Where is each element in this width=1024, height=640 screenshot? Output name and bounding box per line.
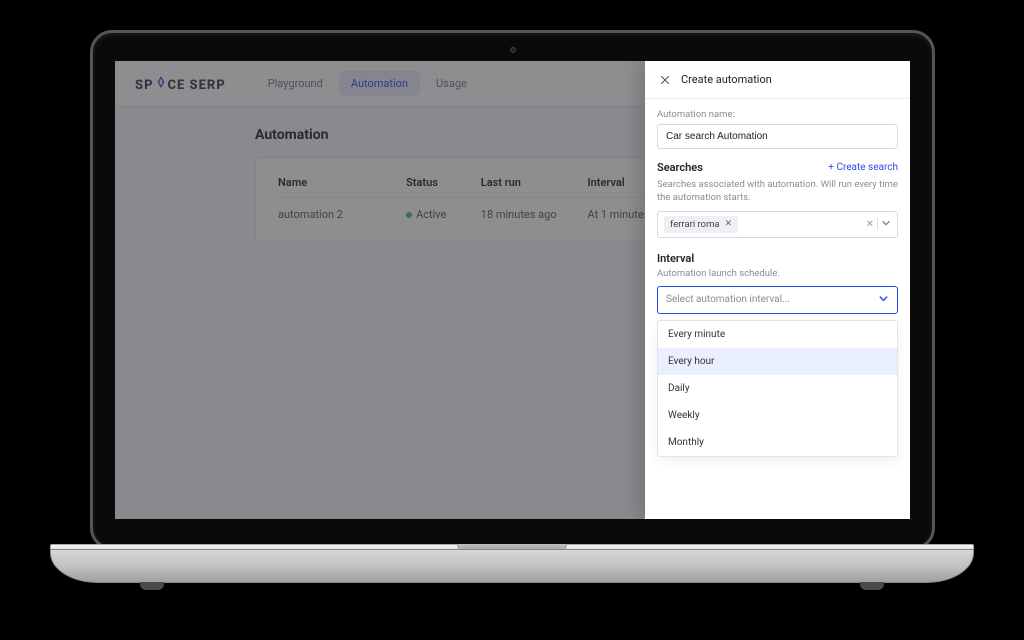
- interval-dropdown: Every minuteEvery hourDailyWeeklyMonthly: [657, 320, 898, 457]
- interval-helper-text: Automation launch schedule.: [657, 267, 898, 280]
- chevron-down-icon: [878, 293, 889, 307]
- interval-section-title: Interval: [657, 252, 694, 265]
- brand-logo: SP CE SERP: [135, 75, 226, 93]
- brand-text: SP CE SERP: [135, 75, 226, 93]
- nav-item-playground[interactable]: Playground: [256, 71, 335, 96]
- main-nav: PlaygroundAutomationUsage: [256, 71, 479, 96]
- drawer-title: Create automation: [681, 73, 772, 86]
- cell-name: automation 2: [274, 198, 402, 232]
- table-header: Name: [274, 168, 402, 198]
- drawer-body: Automation name: Searches + Create searc…: [645, 99, 910, 467]
- clear-tags-icon[interactable]: ✕: [866, 219, 874, 230]
- status-dot-icon: [406, 212, 412, 218]
- cell-last-run: 18 minutes ago: [477, 198, 584, 232]
- interval-select-placeholder: Select automation interval...: [666, 294, 790, 305]
- search-tag-chip: ferrari roma ✕: [664, 216, 738, 233]
- laptop-base: [50, 549, 974, 583]
- interval-option[interactable]: Weekly: [658, 402, 897, 429]
- interval-select[interactable]: Select automation interval...: [657, 286, 898, 314]
- app-screen: SP CE SERP PlaygroundAutomationUsage Aut…: [115, 61, 910, 519]
- brand-part2: CE SERP: [168, 78, 226, 93]
- searches-section-title: Searches: [657, 161, 703, 174]
- search-tag-label: ferrari roma: [670, 219, 720, 230]
- device-bezel: SP CE SERP PlaygroundAutomationUsage Aut…: [90, 30, 935, 550]
- table-header: Status: [402, 168, 477, 198]
- interval-option[interactable]: Daily: [658, 375, 897, 402]
- nav-item-usage[interactable]: Usage: [424, 71, 479, 96]
- laptop-foot: [140, 582, 164, 590]
- close-icon[interactable]: [659, 74, 671, 86]
- camera-dot: [510, 47, 516, 53]
- interval-option[interactable]: Every minute: [658, 321, 897, 348]
- create-search-link[interactable]: + Create search: [828, 162, 898, 173]
- tag-field-controls: ✕: [866, 217, 891, 231]
- nav-item-automation[interactable]: Automation: [339, 71, 420, 96]
- cell-status: Active: [402, 198, 477, 232]
- table-header: Last run: [477, 168, 584, 198]
- brand-part1: SP: [135, 78, 154, 93]
- drawer-header: Create automation: [645, 61, 910, 99]
- interval-option[interactable]: Every hour: [658, 348, 897, 375]
- searches-tag-field[interactable]: ferrari roma ✕ ✕: [657, 211, 898, 238]
- laptop-frame: SP CE SERP PlaygroundAutomationUsage Aut…: [0, 0, 1024, 640]
- brand-mark-icon: [154, 75, 168, 89]
- interval-option[interactable]: Monthly: [658, 429, 897, 456]
- searches-helper-text: Searches associated with automation. Wil…: [657, 178, 898, 205]
- automation-name-label: Automation name:: [657, 109, 898, 120]
- automation-name-input[interactable]: [657, 124, 898, 149]
- chevron-down-icon[interactable]: [881, 218, 891, 231]
- divider: [877, 217, 878, 231]
- remove-tag-icon[interactable]: ✕: [725, 219, 733, 229]
- laptop-foot: [860, 582, 884, 590]
- create-automation-drawer: Create automation Automation name: Searc…: [645, 61, 910, 519]
